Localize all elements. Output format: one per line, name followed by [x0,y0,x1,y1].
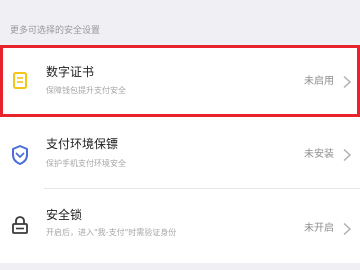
row-subtitle: 开启后，进入"我-支付"时需验证身份 [46,228,177,237]
row-title: 数字证书 [46,65,95,79]
status-label: 未开启 [304,223,334,234]
section-title: 更多可选择的安全设置 [10,26,101,36]
chevron-right-icon [342,222,352,236]
row-title: 安全锁 [46,208,83,222]
row-payment-guard[interactable]: 支付环境保镖 保护手机支付环境安全 未安装 [0,121,360,189]
chevron-right-icon [342,148,352,162]
row-subtitle: 保障钱包提升支付安全 [46,86,126,95]
row-digital-certificate[interactable]: 数字证书 保障钱包提升支付安全 未启用 [0,45,360,117]
row-security-lock[interactable]: 安全锁 开启后，进入"我-支付"时需验证身份 未开启 [0,189,360,263]
chevron-right-icon [342,75,352,89]
shield-icon [8,143,32,167]
lock-icon [8,213,32,237]
status-label: 未安装 [304,149,334,160]
row-subtitle: 保护手机支付环境安全 [46,159,126,168]
status-label: 未启用 [304,76,334,87]
security-settings-page: 更多可选择的安全设置 数字证书 保障钱包提升支付安全 未启用 支付环境保镖 保护… [0,0,360,270]
certificate-icon [8,69,32,93]
security-options-list: 数字证书 保障钱包提升支付安全 未启用 支付环境保镖 保护手机支付环境安全 未安… [0,45,360,263]
row-title: 支付环境保镖 [46,137,119,151]
